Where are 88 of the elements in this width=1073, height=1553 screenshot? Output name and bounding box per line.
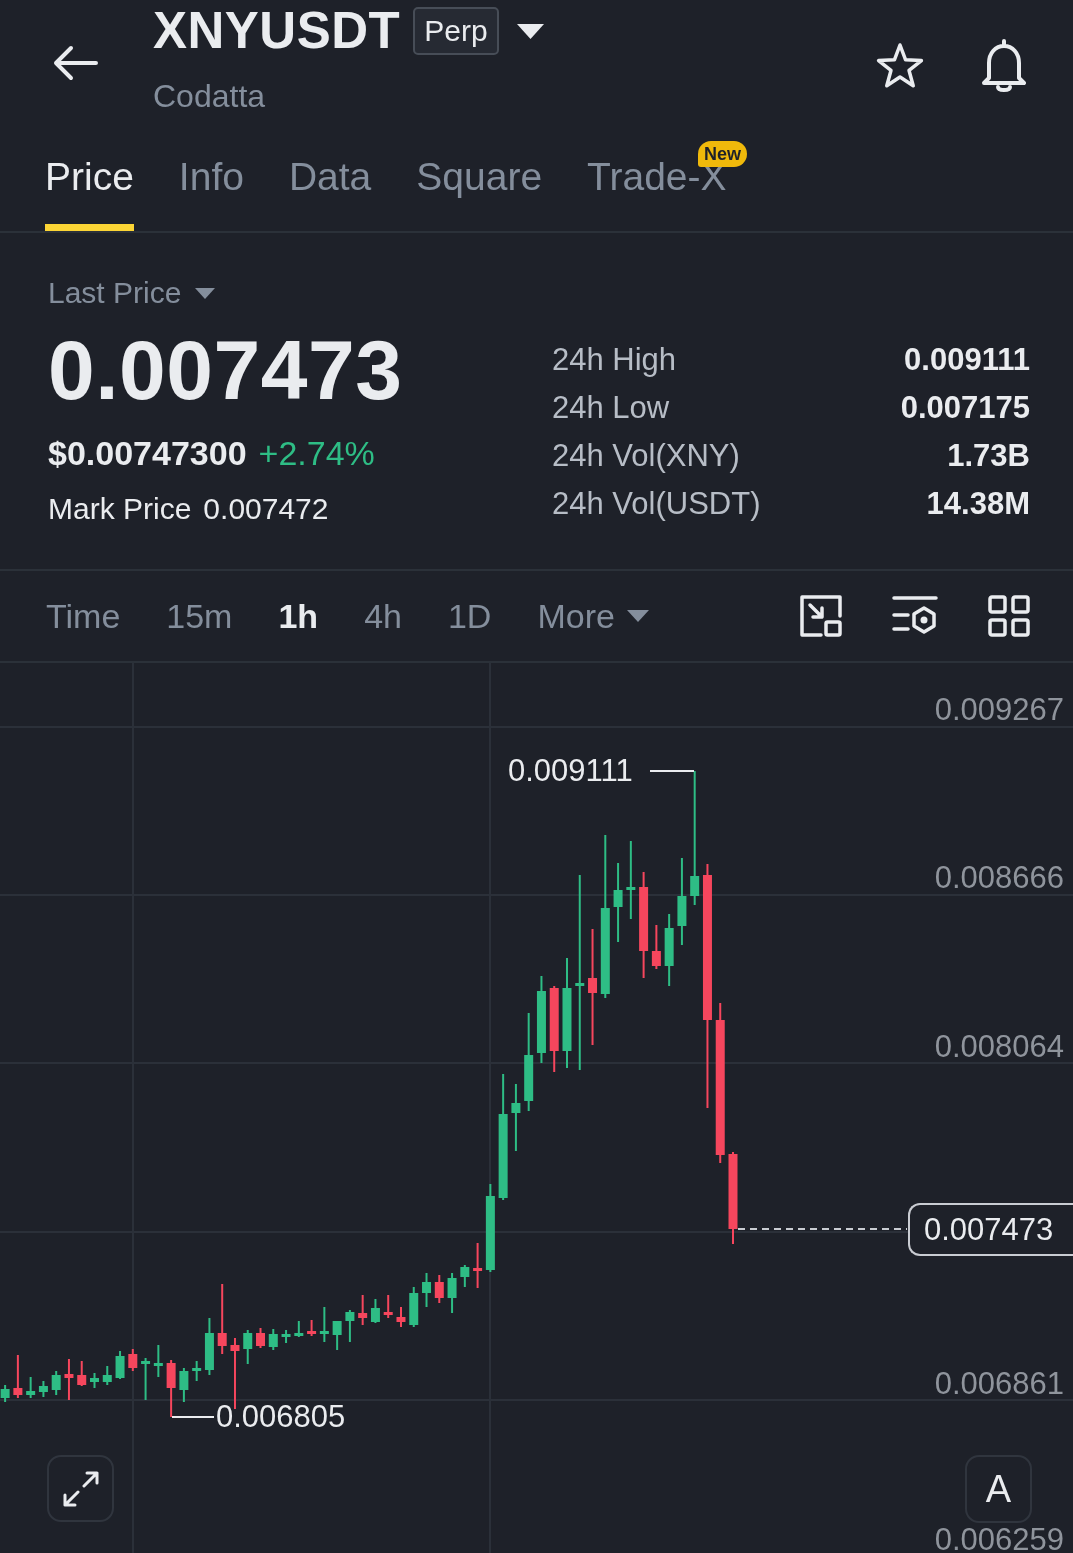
candlestick <box>383 1294 393 1319</box>
caret-icon <box>195 287 216 299</box>
price-change: +2.74% <box>258 433 375 473</box>
candlestick <box>64 1358 74 1401</box>
tab[interactable]: Square <box>416 157 543 231</box>
chart-settings-icon[interactable] <box>892 596 938 636</box>
candlestick <box>256 1327 265 1349</box>
star-icon[interactable] <box>875 41 925 89</box>
candlestick <box>217 1283 227 1355</box>
more-dropdown[interactable]: More <box>537 597 649 635</box>
interval-tab[interactable]: 15m <box>166 597 233 635</box>
candlestick <box>166 1359 176 1418</box>
interval-tab[interactable]: 1D <box>447 597 492 635</box>
price-axis-label: 0.008666 <box>934 863 1064 893</box>
candlestick <box>281 1329 291 1344</box>
candlestick <box>243 1329 253 1365</box>
candlestick <box>434 1274 444 1304</box>
candlestick <box>358 1294 368 1326</box>
low-price-label: 0.006805 <box>216 1402 346 1432</box>
price-axis-label: 0.009267 <box>934 695 1064 725</box>
candlestick <box>511 1083 521 1152</box>
new-badge: New <box>698 141 748 167</box>
current-price-tag: 0.007473 <box>908 1203 1073 1256</box>
high-price-label: 0.009111 <box>508 756 633 786</box>
auto-scale-button[interactable]: A <box>965 1455 1032 1523</box>
candlestick <box>77 1360 87 1387</box>
candlestick <box>396 1306 406 1328</box>
candlestick <box>13 1354 23 1399</box>
candlestick <box>651 924 661 970</box>
candlestick <box>319 1306 329 1343</box>
candlestick <box>447 1272 457 1314</box>
grid-icon[interactable] <box>988 595 1030 637</box>
last-price: 0.007473 <box>48 325 403 415</box>
candlestick <box>332 1320 342 1351</box>
high-price-leader <box>649 770 695 772</box>
candlestick <box>90 1372 99 1389</box>
interval-tab[interactable]: 1h <box>278 597 319 635</box>
interval-tab[interactable]: 4h <box>364 597 402 635</box>
candlestick <box>422 1272 431 1308</box>
price-type-dropdown[interactable]: Last Price <box>48 275 216 311</box>
expand-arrows-icon <box>62 1470 99 1507</box>
price-axis-label: 0.006861 <box>934 1369 1064 1399</box>
stat-label: 24h Vol(XNY) <box>552 438 741 474</box>
candlestick <box>102 1365 112 1386</box>
candlestick <box>0 1384 10 1403</box>
candlestick <box>179 1367 189 1403</box>
price-axis-label: 0.006259 <box>934 1526 1064 1553</box>
asset-name: Codatta <box>153 77 266 116</box>
candlestick <box>128 1348 138 1372</box>
candlestick <box>460 1264 470 1288</box>
candlestick <box>192 1360 202 1382</box>
caret-icon <box>626 610 649 622</box>
stat-value: 1.73B <box>947 438 1030 474</box>
stat-label: 24h Low <box>552 390 671 426</box>
candlestick <box>38 1380 48 1398</box>
stat-label: 24h Vol(USDT) <box>552 486 761 522</box>
fullscreen-button[interactable] <box>47 1455 114 1522</box>
resize-window-icon[interactable] <box>800 595 842 637</box>
tab[interactable]: Info <box>178 157 244 231</box>
candlestick <box>294 1320 304 1338</box>
stat-value: 0.007175 <box>900 390 1030 426</box>
candlestick <box>141 1357 151 1401</box>
candlestick <box>370 1298 380 1324</box>
price-axis-label: 0.008064 <box>934 1032 1064 1062</box>
candlestick <box>153 1344 163 1378</box>
candlestick <box>268 1328 278 1351</box>
stat-value: 0.009111 <box>904 342 1030 378</box>
candlestick <box>26 1376 36 1399</box>
candlestick <box>307 1319 317 1337</box>
mark-price: 0.007472 <box>203 491 329 527</box>
stat-label: 24h High <box>552 342 678 378</box>
caret-icon[interactable] <box>516 23 544 39</box>
contract-type-badge: Perp <box>413 7 499 55</box>
tab[interactable]: Price <box>45 157 134 231</box>
usd-price: $0.00747300 <box>48 433 247 473</box>
candlestick <box>51 1370 61 1396</box>
candlestick <box>409 1286 419 1328</box>
stat-value: 14.38M <box>926 486 1030 522</box>
candlestick <box>473 1242 483 1289</box>
symbol-title: XNYUSDT <box>153 1 401 61</box>
interval-tab[interactable]: Time <box>46 597 121 635</box>
low-price-leader <box>171 1416 215 1418</box>
mark-price-label: Mark Price <box>48 491 192 527</box>
back-arrow-icon[interactable] <box>52 45 98 81</box>
candlestick <box>345 1309 355 1343</box>
candlestick <box>115 1350 125 1380</box>
tab[interactable]: Data <box>288 157 372 231</box>
candlestick <box>204 1317 214 1376</box>
